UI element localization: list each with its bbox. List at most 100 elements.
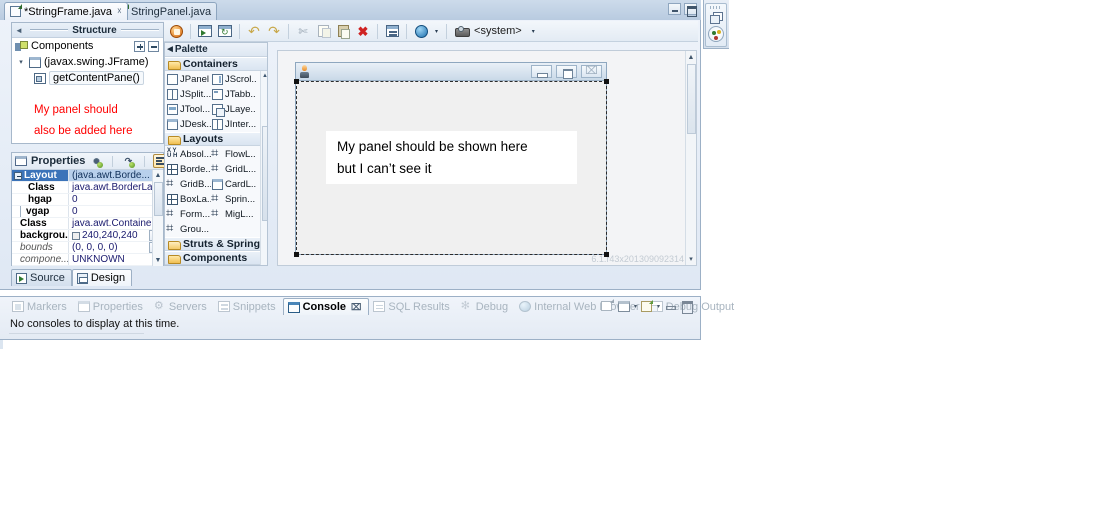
palette-item-border-layout[interactable]: Borde...	[166, 162, 211, 177]
paste-button[interactable]	[334, 23, 352, 40]
chevron-down-icon[interactable]: ▾	[634, 303, 637, 310]
palette-item-form-layout[interactable]: Form...	[166, 207, 211, 222]
restore-icon[interactable]	[710, 12, 723, 24]
property-value[interactable]: 240,240,240 ⋯	[69, 230, 163, 241]
resize-handle[interactable]	[294, 79, 299, 84]
property-row[interactable]: backgrou... 240,240,240 ⋯	[12, 230, 163, 242]
design-canvas[interactable]: My panel should be shown here but I can’…	[277, 50, 697, 266]
tab-servers[interactable]: Servers	[150, 298, 214, 315]
property-row[interactable]: bounds (0, 0, 0, 0) ⋯	[12, 242, 163, 254]
minimize-view-button[interactable]	[663, 299, 677, 313]
palette-category-layouts[interactable]: Layouts	[165, 132, 267, 146]
property-row[interactable]: Layout (java.awt.Borde... ▾	[12, 170, 163, 182]
property-row[interactable]: compone... UNKNOWN	[12, 254, 163, 266]
palette-item-jtoolbar[interactable]: JTool...	[166, 102, 211, 117]
expand-icon[interactable]	[14, 171, 22, 180]
tab-source[interactable]: Source	[11, 269, 72, 286]
tab-console[interactable]: Console ⌧	[282, 298, 370, 315]
jframe-preview[interactable]: My panel should be shown here but I can’…	[294, 62, 609, 257]
undo-button[interactable]	[245, 23, 263, 40]
palette-item-jpanel[interactable]: JPanel	[166, 72, 211, 87]
scrollbar-thumb[interactable]	[687, 64, 696, 134]
chevron-down-icon[interactable]: ▾	[524, 28, 538, 35]
jlabel-preview[interactable]: My panel should be shown here but I can’…	[326, 131, 577, 184]
cut-button[interactable]	[294, 23, 312, 40]
close-icon[interactable]: ⌧	[351, 302, 361, 313]
palette-item-spring-layout[interactable]: Sprin...	[211, 192, 256, 207]
palette-category-components[interactable]: Components	[165, 251, 267, 265]
display-selected-console-button[interactable]	[617, 299, 631, 313]
restore-default-value-icon[interactable]: ↷	[121, 154, 136, 168]
expand-all-button[interactable]	[134, 40, 145, 52]
jframe-close-button[interactable]	[581, 65, 602, 78]
maximize-button[interactable]	[684, 3, 697, 17]
palette-category-struts-springs[interactable]: Struts & Springs	[165, 237, 267, 251]
chevron-down-icon[interactable]: ▾	[16, 58, 26, 66]
tab-properties[interactable]: Properties	[74, 298, 150, 315]
palette-item-jlayeredpane[interactable]: JLaye...	[211, 102, 256, 117]
copy-button[interactable]	[314, 23, 332, 40]
palette-item-box-layout[interactable]: BoxLa...	[166, 192, 211, 207]
palette-scrollbar[interactable]: ▲ ▾	[260, 71, 267, 265]
property-row[interactable]: Class java.awt.BorderLay...	[12, 182, 163, 194]
tab-sql-results[interactable]: SQL Results	[369, 298, 456, 315]
chevron-down-icon[interactable]: ▾	[432, 28, 441, 35]
canvas-scrollbar[interactable]: ▲ ▾	[685, 51, 696, 265]
delete-button[interactable]	[354, 23, 372, 40]
drag-handle[interactable]	[710, 6, 722, 9]
redo-button[interactable]	[265, 23, 283, 40]
maximize-view-button[interactable]	[680, 299, 694, 314]
property-value[interactable]: 0	[69, 206, 163, 217]
scroll-down-icon[interactable]: ▼	[153, 255, 163, 266]
scroll-up-icon[interactable]: ▲	[686, 51, 696, 63]
property-value[interactable]: (0, 0, 0, 0) ⋯	[69, 242, 163, 253]
resize-handle[interactable]	[294, 252, 299, 257]
open-console-button[interactable]	[640, 299, 654, 313]
property-row[interactable]: vgap 0	[12, 206, 163, 218]
palette-icon[interactable]	[708, 26, 724, 42]
refresh-window-button[interactable]	[216, 23, 234, 40]
palette-item-mig-layout[interactable]: MigL...	[211, 207, 256, 222]
scroll-down-icon[interactable]: ▾	[686, 253, 696, 265]
palette-item-gridbag-layout[interactable]: GridB...	[166, 177, 211, 192]
property-row[interactable]: Class java.awt.Container	[12, 218, 163, 230]
palette-item-jscrollpane[interactable]: JScrol...	[211, 72, 256, 87]
refresh-button[interactable]	[167, 23, 185, 40]
jframe-minimize-button[interactable]	[531, 65, 552, 78]
jframe-maximize-button[interactable]	[556, 65, 577, 79]
test-window-button[interactable]	[196, 23, 214, 40]
tab-design[interactable]: Design	[71, 269, 133, 286]
new-console-button[interactable]	[600, 299, 615, 313]
resize-handle[interactable]	[604, 79, 609, 84]
palette-item-flow-layout[interactable]: FlowL...	[211, 147, 256, 162]
collapse-left-icon[interactable]: ◄	[165, 44, 175, 55]
scroll-up-icon[interactable]: ▲	[261, 71, 267, 81]
tab-snippets[interactable]: Snippets	[214, 298, 283, 315]
palette-item-jinternalframe[interactable]: JInter...	[211, 117, 256, 132]
externalize-strings-button[interactable]	[412, 23, 430, 40]
chevron-down-icon[interactable]: ▾	[657, 303, 660, 310]
collapse-all-button[interactable]	[148, 40, 159, 52]
scrollbar-thumb[interactable]	[262, 126, 267, 221]
property-row[interactable]: hgap 0	[12, 194, 163, 206]
show-advanced-properties-icon[interactable]: ✺	[89, 154, 104, 168]
show-properties-button[interactable]	[383, 23, 401, 40]
scrollbar-thumb[interactable]	[154, 182, 163, 216]
property-value[interactable]: 0	[69, 194, 163, 205]
property-value[interactable]: (java.awt.Borde... ▾	[69, 170, 163, 181]
scroll-up-icon[interactable]: ▲	[153, 170, 163, 181]
content-pane-selection[interactable]: My panel should be shown here but I can’…	[294, 79, 609, 257]
properties-scrollbar[interactable]: ▲ ▼	[152, 170, 163, 266]
palette-item-jtabbedpane[interactable]: JTabb...	[211, 87, 256, 102]
palette-item-jdesktoppane[interactable]: JDesk...	[166, 117, 211, 132]
close-icon[interactable]: ☓	[117, 6, 122, 17]
palette-item-card-layout[interactable]: CardL...	[211, 177, 256, 192]
resize-handle[interactable]	[604, 252, 609, 257]
tab-markers[interactable]: Markers	[8, 298, 74, 315]
palette-item-grid-layout[interactable]: GridL...	[211, 162, 256, 177]
minimize-button[interactable]	[668, 3, 681, 15]
tree-item-getcontentpane[interactable]: getContentPane()	[12, 70, 163, 86]
tree-item-jframe[interactable]: ▾ (javax.swing.JFrame)	[12, 54, 163, 70]
palette-item-jsplitpane[interactable]: JSplit...	[166, 87, 211, 102]
palette-item-absolute-layout[interactable]: X YU H Absol...	[166, 147, 211, 162]
